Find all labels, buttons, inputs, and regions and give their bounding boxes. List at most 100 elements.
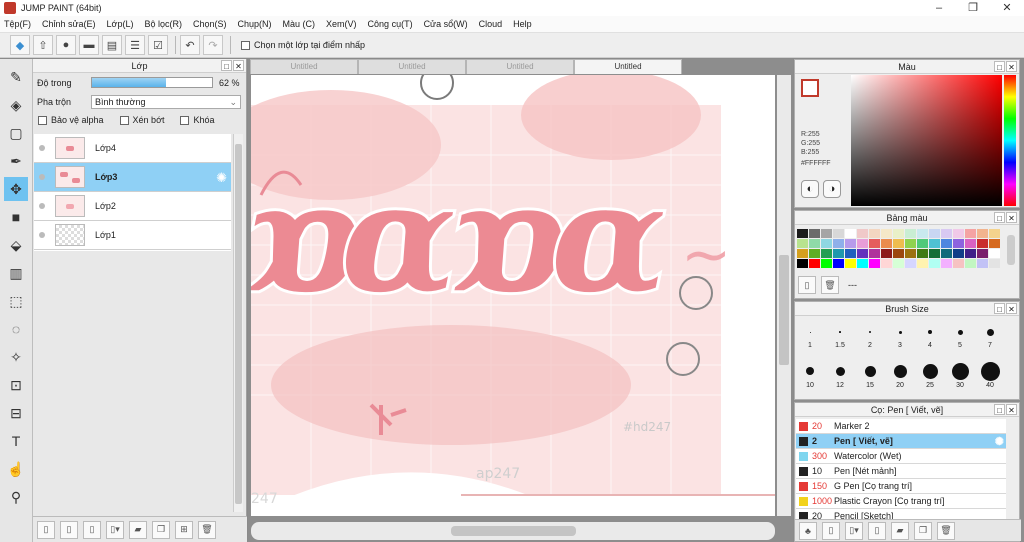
palette-swatch[interactable] xyxy=(977,229,988,238)
magic-wand-icon[interactable]: ✧ xyxy=(4,345,28,369)
palette-swatch[interactable] xyxy=(797,229,808,238)
new-text-layer-icon[interactable]: ▯ xyxy=(83,520,101,539)
brush-size-option[interactable]: 25 xyxy=(915,358,945,389)
palette-swatch[interactable] xyxy=(869,239,880,248)
brush-size-option[interactable]: 30 xyxy=(945,358,975,389)
brush-size-option[interactable]: 10 xyxy=(795,358,825,389)
color-picker-icon[interactable]: ◑ xyxy=(823,180,841,198)
brush-size-option[interactable]: 15 xyxy=(855,358,885,389)
checkbox-box[interactable] xyxy=(38,115,47,125)
palette-swatch[interactable] xyxy=(989,259,1000,268)
palette-swatch[interactable] xyxy=(869,249,880,258)
palette-swatch[interactable] xyxy=(797,249,808,258)
palette-swatch[interactable] xyxy=(809,259,820,268)
add-swatch-icon[interactable]: ▯ xyxy=(798,276,816,294)
canvas-horizontal-scrollbar[interactable] xyxy=(251,522,775,540)
menu-filter[interactable]: Bộ lọc(R) xyxy=(144,19,182,29)
duplicate-icon[interactable]: ❐ xyxy=(914,521,932,540)
palette-swatch[interactable] xyxy=(833,249,844,258)
speech-bubble-icon[interactable]: ● xyxy=(56,35,76,55)
palette-swatch[interactable] xyxy=(977,249,988,258)
export-icon[interactable]: ⇧ xyxy=(33,35,53,55)
palette-swatch[interactable] xyxy=(797,239,808,248)
checklist-icon[interactable]: ☑ xyxy=(148,35,168,55)
panel-close-icon[interactable]: ✕ xyxy=(1006,212,1017,223)
menu-capture[interactable]: Chụp(N) xyxy=(238,19,272,29)
document-tab[interactable]: Untitled xyxy=(358,59,466,74)
palette-swatch[interactable] xyxy=(869,229,880,238)
palette-swatch[interactable] xyxy=(965,239,976,248)
brush-size-option[interactable]: 3 xyxy=(885,318,915,349)
move-tool-icon[interactable]: ✥ xyxy=(4,177,28,201)
palette-swatch[interactable] xyxy=(845,239,856,248)
palette-swatch[interactable] xyxy=(977,239,988,248)
brush-tool-icon[interactable]: ✎ xyxy=(4,65,28,89)
palette-swatch[interactable] xyxy=(797,259,808,268)
palette-swatch[interactable] xyxy=(857,229,868,238)
palette-swatch[interactable] xyxy=(881,229,892,238)
gradient-tool-icon[interactable]: ▥ xyxy=(4,261,28,285)
new-folder-icon[interactable]: ▰ xyxy=(129,520,147,539)
saturation-value-picker[interactable] xyxy=(851,75,1002,206)
palette-swatch[interactable] xyxy=(821,249,832,258)
delete-preset-icon[interactable]: 🗑 xyxy=(937,521,955,540)
layer-panel-scrollbar[interactable] xyxy=(233,134,243,512)
palette-swatch[interactable] xyxy=(821,239,832,248)
palette-swatch[interactable] xyxy=(965,259,976,268)
palette-swatch[interactable] xyxy=(953,259,964,268)
palette-swatch[interactable] xyxy=(905,249,916,258)
palette-swatch[interactable] xyxy=(953,239,964,248)
brush-size-option[interactable]: 7 xyxy=(975,318,1005,349)
hue-slider[interactable] xyxy=(1004,75,1016,206)
page-icon[interactable]: ▤ xyxy=(102,35,122,55)
menu-view[interactable]: Xem(V) xyxy=(326,19,357,29)
palette-swatch[interactable] xyxy=(917,259,928,268)
palette-swatch[interactable] xyxy=(893,249,904,258)
brush-size-option[interactable]: 4 xyxy=(915,318,945,349)
brush-preset-item[interactable]: 150 G Pen [Cọ trang trí] xyxy=(796,479,1006,494)
scrollbar-thumb[interactable] xyxy=(779,255,789,365)
layer-item[interactable]: Lớp4 xyxy=(34,134,231,163)
new-preset-icon[interactable]: ▯ xyxy=(822,521,840,540)
palette-scrollbar[interactable] xyxy=(1007,235,1015,265)
delete-swatch-icon[interactable]: 🗑 xyxy=(821,276,839,294)
brush-size-option[interactable]: 20 xyxy=(885,358,915,389)
palette-swatch[interactable] xyxy=(845,249,856,258)
panel-close-icon[interactable]: ✕ xyxy=(1006,61,1017,72)
new-special-layer-icon[interactable]: ▯▾ xyxy=(106,520,124,539)
palette-swatch[interactable] xyxy=(905,239,916,248)
drawing-canvas[interactable]: ɒ ɑ ɒ ɑ ~ #hd247 ap247 247 xyxy=(251,75,775,516)
menu-layer[interactable]: Lớp(L) xyxy=(107,19,134,29)
palette-swatch[interactable] xyxy=(941,249,952,258)
palette-swatch[interactable] xyxy=(833,239,844,248)
bucket-tool-icon[interactable]: ⬙ xyxy=(4,233,28,257)
palette-swatch[interactable] xyxy=(905,229,916,238)
color-wheel-icon[interactable]: ◐ xyxy=(801,180,819,198)
menu-file[interactable]: Tệp(F) xyxy=(4,19,31,29)
select-pen-icon[interactable]: ⊡ xyxy=(4,373,28,397)
palette-swatch[interactable] xyxy=(893,229,904,238)
palette-swatch[interactable] xyxy=(941,239,952,248)
canvas-vertical-scrollbar[interactable] xyxy=(777,75,791,516)
undo-icon[interactable]: ↶ xyxy=(180,35,200,55)
document-tab[interactable]: Untitled xyxy=(466,59,574,74)
palette-swatch[interactable] xyxy=(965,229,976,238)
blend-mode-select[interactable]: Bình thường ⌄ xyxy=(91,94,241,109)
fill-rect-tool-icon[interactable]: ■ xyxy=(4,205,28,229)
panel-undock-icon[interactable]: □ xyxy=(221,60,232,71)
eyedropper-icon[interactable]: ⚲ xyxy=(4,485,28,509)
visibility-icon[interactable] xyxy=(39,174,45,180)
select-eraser-icon[interactable]: ⊟ xyxy=(4,401,28,425)
palette-swatch[interactable] xyxy=(893,239,904,248)
document-tab[interactable]: Untitled xyxy=(250,59,358,74)
folder-icon[interactable]: ▰ xyxy=(891,521,909,540)
layer-item[interactable]: Lớp2 xyxy=(34,192,231,221)
menu-window[interactable]: Cửa sổ(W) xyxy=(424,19,468,29)
scrollbar-thumb[interactable] xyxy=(451,526,576,536)
rectangle-tool-icon[interactable]: ▢ xyxy=(4,121,28,145)
merge-layer-icon[interactable]: ⊞ xyxy=(175,520,193,539)
select-layer-on-click-checkbox[interactable]: Chọn một lớp tại điểm nhấp xyxy=(241,40,365,50)
palette-swatch[interactable] xyxy=(845,259,856,268)
brush-size-option[interactable]: 1.5 xyxy=(825,318,855,349)
palette-swatch[interactable] xyxy=(821,229,832,238)
